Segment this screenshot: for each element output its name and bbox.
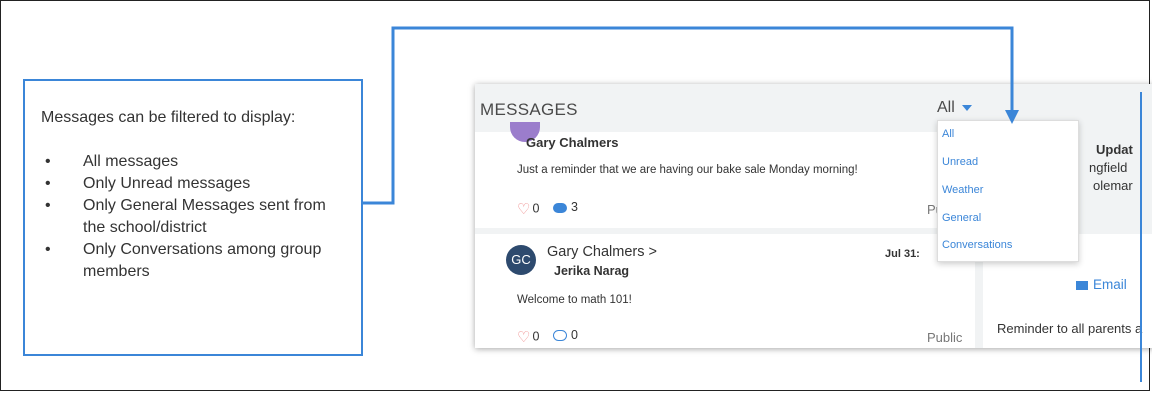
message-text: Just a reminder that we are having our b… bbox=[517, 164, 858, 176]
filter-explanation-callout: Messages can be filtered to display: • Al… bbox=[23, 79, 363, 356]
avatar: GC bbox=[506, 245, 536, 275]
filter-option-all[interactable]: All bbox=[942, 128, 954, 140]
side-post-text: olemar bbox=[1093, 178, 1133, 193]
comment-bubble-icon[interactable] bbox=[553, 330, 567, 342]
heart-icon[interactable]: ♡ bbox=[517, 200, 530, 218]
email-button[interactable]: Email bbox=[1076, 277, 1127, 292]
message-recipient[interactable]: Jerika Narag bbox=[554, 264, 629, 278]
messages-panel: MESSAGES Gary Chalmers Just a reminder t… bbox=[475, 84, 1152, 348]
caret-down-icon[interactable] bbox=[961, 104, 972, 111]
filter-option-unread[interactable]: Unread bbox=[942, 156, 978, 168]
filter-option-weather[interactable]: Weather bbox=[942, 184, 983, 196]
message-card[interactable]: Gary Chalmers Just a reminder that we ar… bbox=[475, 122, 975, 228]
filter-option-conversations[interactable]: Conversations bbox=[942, 239, 1012, 251]
bullet-icon: • bbox=[45, 153, 51, 170]
message-card[interactable]: GC Gary Chalmers > Jerika Narag Jul 31: … bbox=[475, 234, 975, 348]
filter-selected-value[interactable]: All bbox=[937, 99, 955, 116]
likes-count[interactable]: ♡ 0 bbox=[517, 200, 539, 218]
filter-dropdown-menu: All Unread Weather General Conversations bbox=[937, 120, 1079, 262]
messages-title: MESSAGES bbox=[480, 100, 578, 119]
callout-list-item: • All messages bbox=[41, 151, 351, 173]
callout-list-item: • Only Unread messages bbox=[41, 173, 351, 195]
likes-count[interactable]: ♡ 0 bbox=[517, 328, 539, 346]
callout-list-item: • Only Conversations among group members bbox=[45, 241, 322, 280]
divider bbox=[1140, 92, 1142, 382]
filter-option-general[interactable]: General bbox=[942, 212, 981, 224]
message-sender[interactable]: Gary Chalmers > bbox=[547, 244, 657, 260]
bullet-icon: • bbox=[45, 175, 51, 192]
callout-list: • All messages • Only Unread messages • Onl… bbox=[41, 151, 351, 283]
message-text: Welcome to math 101! bbox=[517, 294, 632, 306]
callout-title: Messages can be filtered to display: bbox=[41, 109, 296, 126]
side-post-text: Reminder to all parents a bbox=[997, 321, 1143, 336]
message-sender[interactable]: Gary Chalmers bbox=[526, 135, 619, 150]
comments-count[interactable]: 3 bbox=[553, 200, 578, 214]
side-post-text: ngfield bbox=[1089, 160, 1128, 175]
callout-list-item: • Only General Messages sent from the sch… bbox=[45, 197, 326, 236]
filter-dropdown-toggle[interactable]: All bbox=[937, 99, 972, 117]
comments-count[interactable]: 0 bbox=[553, 328, 578, 342]
heart-icon[interactable]: ♡ bbox=[517, 328, 530, 346]
bullet-icon: • bbox=[45, 241, 51, 258]
visibility-label: Public bbox=[927, 330, 963, 345]
message-date: Jul 31: bbox=[885, 248, 920, 260]
comment-bubble-icon[interactable] bbox=[553, 202, 567, 213]
side-post-title: Updat bbox=[1096, 142, 1133, 157]
envelope-icon bbox=[1076, 280, 1088, 290]
bullet-icon: • bbox=[45, 197, 51, 214]
